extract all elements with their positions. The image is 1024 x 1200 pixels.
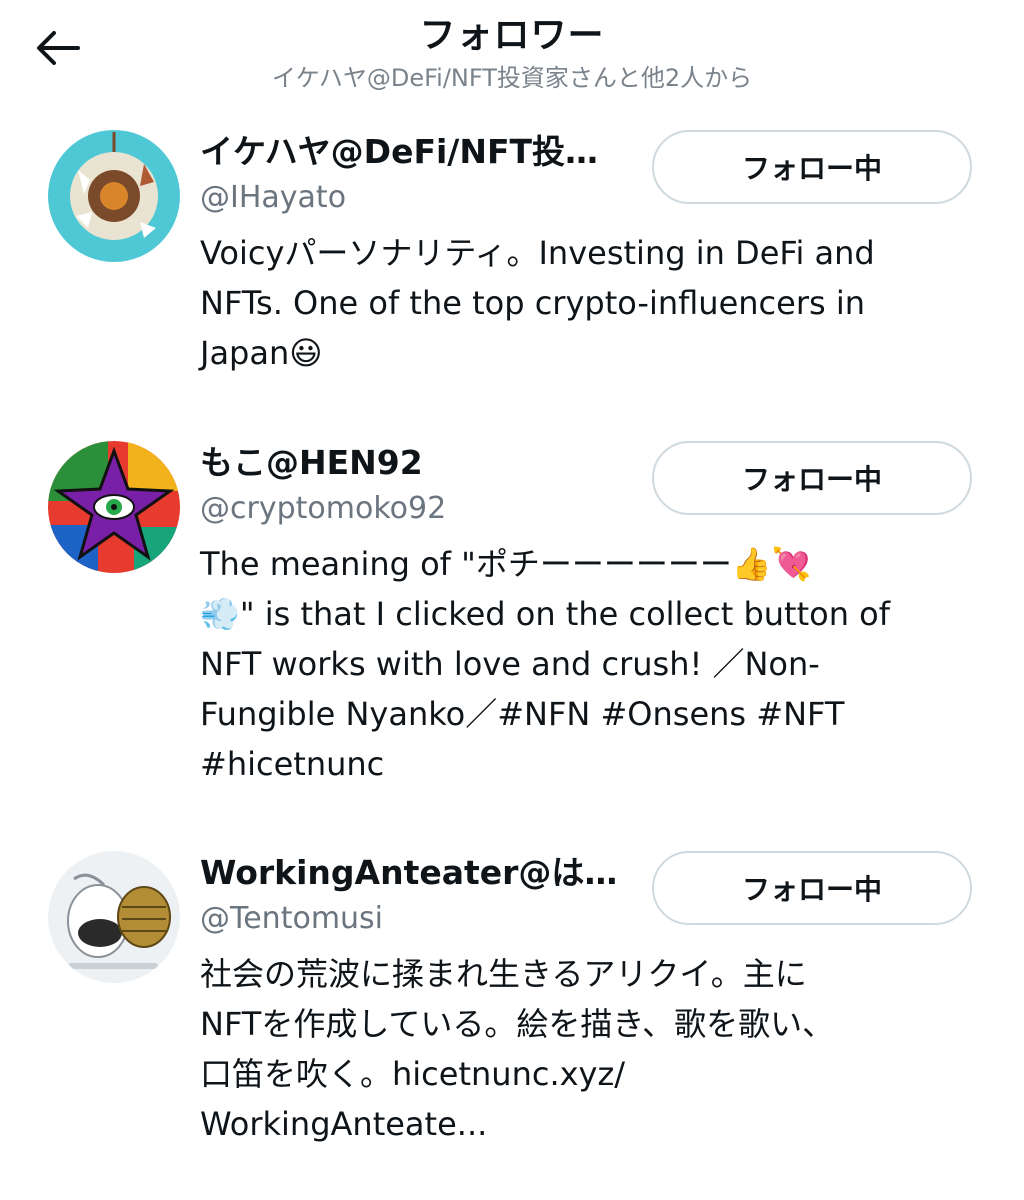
user-list-item[interactable]: イケハヤ@DeFi/NFT投… @IHayato フォロー中 Voicyパーソナ…: [0, 130, 1024, 410]
user-display-name[interactable]: イケハヤ@DeFi/NFT投…: [200, 130, 640, 174]
avatar[interactable]: [48, 441, 180, 573]
user-list-item[interactable]: WorkingAnteater@は… @Tentomusi フォロー中 社会の荒…: [0, 851, 1024, 1151]
avatar[interactable]: [48, 130, 180, 262]
user-bio: The meaning of "ポチーーーーーー👍💘 💨" is that I …: [200, 545, 890, 783]
user-bio: 社会の荒波に揉まれ生きるアリクイ。主に NFTを作成している。絵を描き、歌を歌い…: [200, 955, 835, 1143]
user-display-name[interactable]: WorkingAnteater@は…: [200, 851, 640, 895]
user-bio: Voicyパーソナリティ。Investing in DeFi and NFTs.…: [200, 234, 875, 372]
following-button[interactable]: フォロー中: [652, 441, 972, 515]
following-button[interactable]: フォロー中: [652, 130, 972, 204]
followers-page: フォロワー イケハヤ@DeFi/NFT投資家さんと他2人から イケハヤ@DeFi…: [0, 0, 1024, 1200]
user-display-name[interactable]: もこ@HEN92: [200, 441, 640, 485]
user-handle: @Tentomusi: [200, 901, 384, 936]
user-list-item[interactable]: もこ@HEN92 @cryptomoko92 フォロー中 The meaning…: [0, 441, 1024, 791]
avatar[interactable]: [48, 851, 180, 983]
page-subtitle: イケハヤ@DeFi/NFT投資家さんと他2人から: [271, 64, 753, 92]
header: フォロワー イケハヤ@DeFi/NFT投資家さんと他2人から: [0, 0, 1024, 110]
user-handle: @cryptomoko92: [200, 491, 447, 526]
user-handle: @IHayato: [200, 180, 347, 215]
following-button[interactable]: フォロー中: [652, 851, 972, 925]
page-title: フォロワー: [419, 15, 605, 56]
